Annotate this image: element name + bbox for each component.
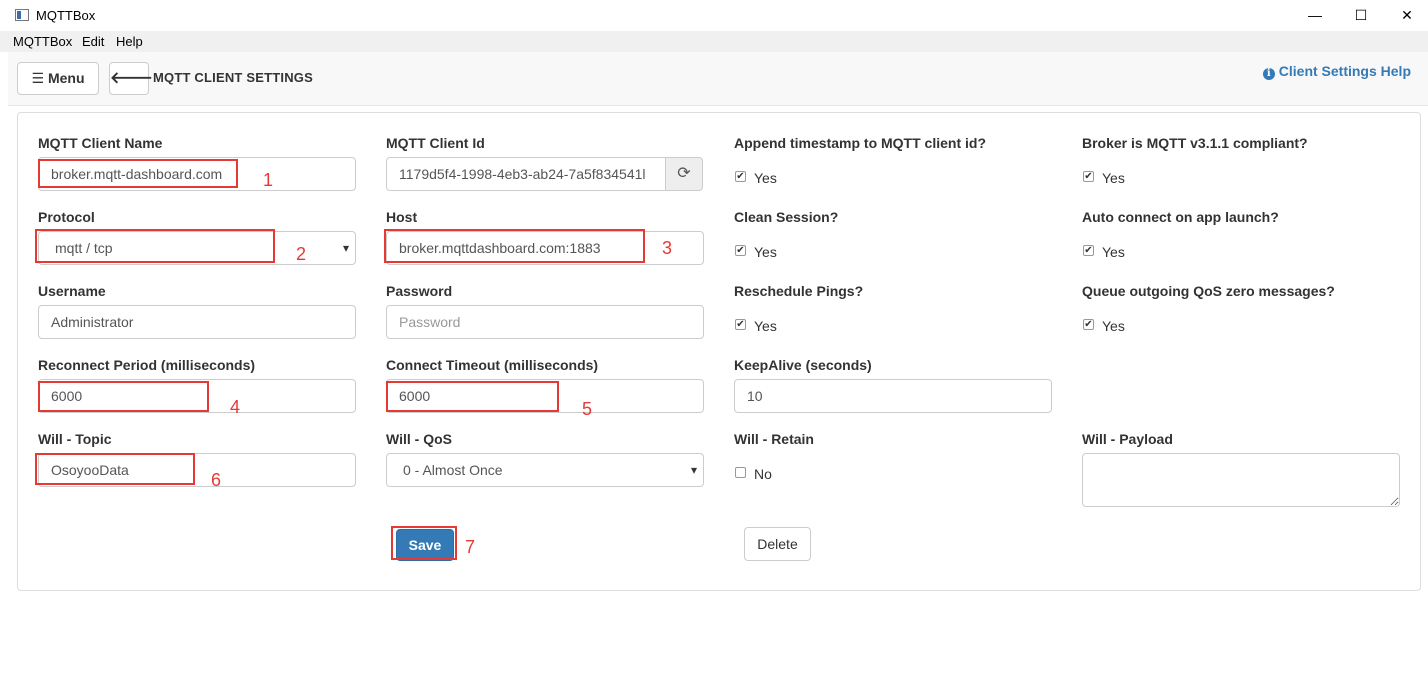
annotation-number-6: 6 <box>211 470 222 490</box>
reconnect-period-label: Reconnect Period (milliseconds) <box>38 357 256 373</box>
client-settings-help-link[interactable]: i Client Settings Help <box>1262 63 1411 80</box>
annotation-box-5 <box>386 381 559 412</box>
annotation-number-3: 3 <box>662 238 673 258</box>
menu-help[interactable]: Help <box>116 34 143 49</box>
annotation-box-1 <box>38 159 238 188</box>
title-bar: MQTTBox — ☐ ✕ <box>0 0 1428 31</box>
mqtt-311-option: Yes <box>1102 170 1125 186</box>
annotation-box-4 <box>38 381 209 412</box>
clean-session-label: Clean Session? <box>734 209 839 225</box>
keepalive-input[interactable]: 10 <box>734 379 1052 413</box>
back-button[interactable]: 🡐 <box>109 62 153 95</box>
menu-mqttbox[interactable]: MQTTBox <box>13 34 72 49</box>
annotation-number-7: 7 <box>465 537 476 557</box>
info-icon: i <box>1262 68 1275 80</box>
will-payload-label: Will - Payload <box>1082 431 1173 447</box>
window-title: MQTTBox <box>36 8 96 23</box>
username-label: Username <box>38 283 106 299</box>
annotation-box-2 <box>35 229 275 263</box>
menu-button[interactable]: ☰ Menu <box>17 62 99 95</box>
annotation-box-6 <box>35 453 195 485</box>
mqtt-311-checkbox[interactable]: ✔ <box>1083 171 1094 182</box>
arrow-left-icon: 🡐 <box>110 70 153 87</box>
client-id-label: MQTT Client Id <box>386 135 485 151</box>
will-retain-label: Will - Retain <box>734 431 814 447</box>
annotation-number-1: 1 <box>263 170 274 190</box>
menu-edit[interactable]: Edit <box>82 34 104 49</box>
reschedule-pings-checkbox[interactable]: ✔ <box>735 319 746 330</box>
keepalive-label: KeepAlive (seconds) <box>734 357 872 373</box>
reschedule-pings-label: Reschedule Pings? <box>734 283 864 299</box>
append-timestamp-label: Append timestamp to MQTT client id? <box>734 135 986 151</box>
append-timestamp-checkbox[interactable]: ✔ <box>735 171 746 182</box>
will-qos-label: Will - QoS <box>386 431 452 447</box>
app-header: ☰ Menu 🡐 MQTT CLIENT SETTINGS i Client Se… <box>8 52 1428 106</box>
menu-bar: MQTTBox Edit Help <box>0 31 1428 52</box>
refresh-icon: ⟳ <box>677 165 691 182</box>
password-label: Password <box>386 283 453 299</box>
annotation-number-5: 5 <box>582 399 593 419</box>
append-timestamp-option: Yes <box>754 170 777 186</box>
hamburger-icon: ☰ <box>31 70 45 86</box>
clean-session-option: Yes <box>754 244 777 260</box>
annotation-number-4: 4 <box>230 397 241 417</box>
username-input[interactable]: Administrator <box>38 305 356 339</box>
client-id-input[interactable]: 1179d5f4-1998-4eb3-ab24-7a5f834541l <box>386 157 666 191</box>
auto-connect-option: Yes <box>1102 244 1125 260</box>
reschedule-pings-option: Yes <box>754 318 777 334</box>
will-payload-textarea[interactable] <box>1082 453 1400 507</box>
annotation-box-3 <box>384 229 645 263</box>
mqtt-311-label: Broker is MQTT v3.1.1 compliant? <box>1082 135 1308 151</box>
regenerate-id-button[interactable]: ⟳ <box>665 157 703 191</box>
help-link-label: Client Settings Help <box>1278 63 1411 79</box>
connect-timeout-label: Connect Timeout (milliseconds) <box>386 357 599 373</box>
delete-button[interactable]: Delete <box>744 527 811 561</box>
password-input[interactable]: Password <box>386 305 704 339</box>
auto-connect-label: Auto connect on app launch? <box>1082 209 1279 225</box>
host-label: Host <box>386 209 418 225</box>
page-title: MQTT CLIENT SETTINGS <box>153 70 313 85</box>
will-topic-label: Will - Topic <box>38 431 112 447</box>
will-qos-select[interactable]: 0 - Almost Once <box>386 453 704 487</box>
maximize-button[interactable]: ☐ <box>1338 4 1384 26</box>
menu-button-label: Menu <box>47 70 85 86</box>
protocol-label: Protocol <box>38 209 95 225</box>
will-retain-option: No <box>754 466 772 482</box>
client-name-label: MQTT Client Name <box>38 135 163 151</box>
app-icon <box>15 9 29 21</box>
minimize-button[interactable]: — <box>1292 4 1338 26</box>
will-retain-checkbox[interactable] <box>735 467 746 478</box>
annotation-box-7 <box>391 526 457 560</box>
close-button[interactable]: ✕ <box>1384 4 1428 26</box>
annotation-number-2: 2 <box>296 244 307 264</box>
clean-session-checkbox[interactable]: ✔ <box>735 245 746 256</box>
queue-qos0-checkbox[interactable]: ✔ <box>1083 319 1094 330</box>
queue-qos0-label: Queue outgoing QoS zero messages? <box>1082 283 1335 299</box>
queue-qos0-option: Yes <box>1102 318 1125 334</box>
auto-connect-checkbox[interactable]: ✔ <box>1083 245 1094 256</box>
